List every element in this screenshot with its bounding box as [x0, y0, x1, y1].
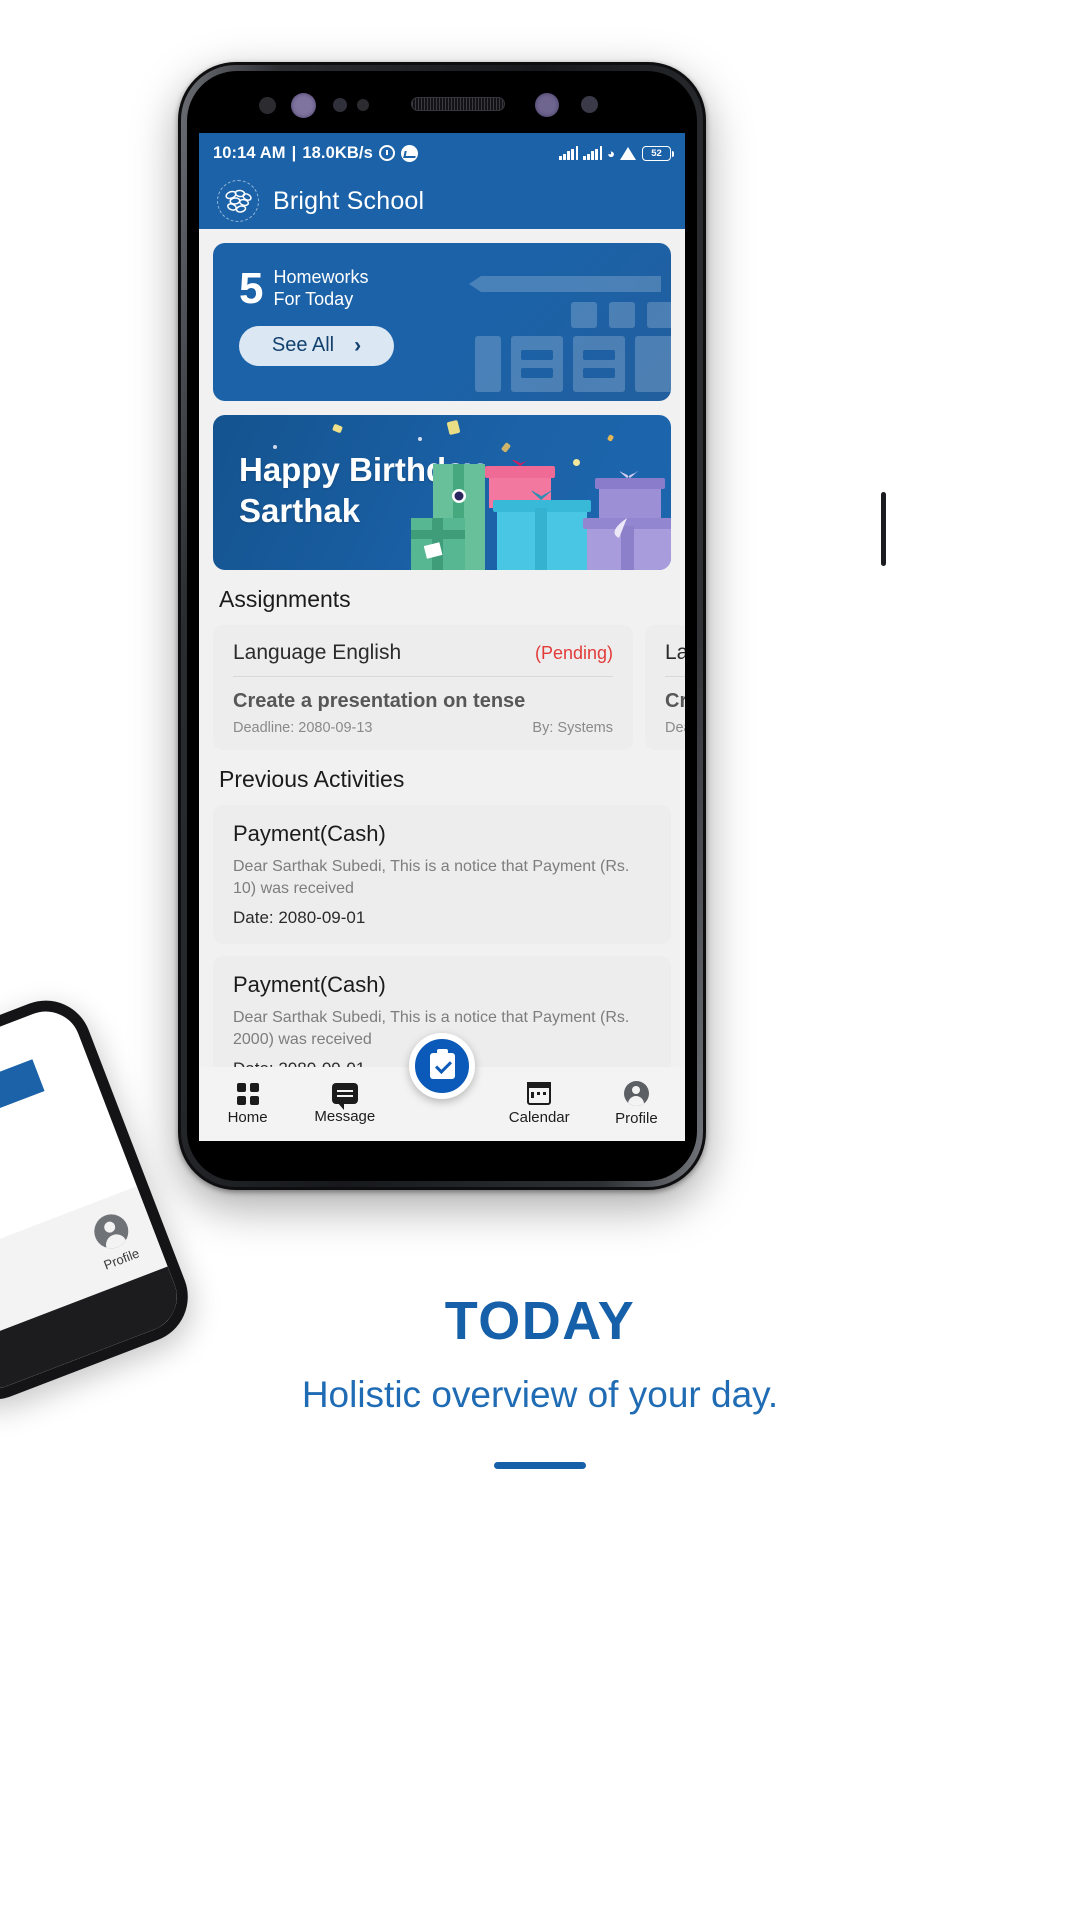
assignment-deadline: Deadline: 2080-09-13: [233, 720, 373, 736]
status-badge: (Pending): [534, 642, 613, 663]
activity-date: Date: 2080-09-01: [233, 908, 366, 928]
birthday-banner-card[interactable]: Happy Birthday Sarthak: [213, 415, 671, 570]
homework-label-line2: For Today: [273, 288, 354, 309]
page-title: Bright School: [273, 186, 425, 215]
homework-label: Homeworks For Today: [273, 267, 368, 311]
play-store-screenshot: Profile 10:14 AM | 18.0KB/s ◕ 52 Bright …: [0, 0, 1080, 1920]
nav-item-home[interactable]: Home: [199, 1082, 296, 1126]
assignments-carousel[interactable]: Language English (Pending) Create a pres…: [199, 625, 685, 750]
assignment-task: Create a presentation on tense: [233, 690, 526, 712]
phone-screen: 10:14 AM | 18.0KB/s ◕ 52 Bright School 5…: [199, 133, 685, 1141]
assignment-subject: Language English: [233, 641, 402, 664]
nav-label-home: Home: [227, 1108, 268, 1126]
sensor-icon: [333, 98, 347, 112]
previous-activities-section-title: Previous Activities: [219, 766, 405, 792]
home-content: 5 Homeworks For Today See All › Happy Bi…: [199, 229, 685, 1141]
iris-scanner-icon: [535, 93, 559, 117]
assignment-author: By: Systems: [532, 720, 613, 736]
gift-boxes-illustration: [371, 458, 671, 570]
status-time: 10:14 AM: [213, 143, 286, 162]
nav-label-message: Message: [314, 1108, 376, 1125]
front-camera-icon: [291, 93, 316, 118]
app-bar: Bright School: [199, 173, 685, 229]
sensor-icon: [581, 96, 598, 113]
homework-summary-card[interactable]: 5 Homeworks For Today See All ›: [213, 243, 671, 401]
assignment-deadline: Deadline: 2080-09-13: [665, 720, 685, 736]
nav-item-calendar[interactable]: Calendar: [491, 1081, 588, 1126]
activity-body: Dear Sarthak Subedi, This is a notice th…: [233, 858, 630, 898]
checklist-clipboard-icon: [429, 1049, 455, 1079]
homework-count: 5: [239, 264, 264, 314]
phone-mockup: 10:14 AM | 18.0KB/s ◕ 52 Bright School 5…: [178, 62, 886, 1190]
caption-underline: [494, 1462, 586, 1469]
caption-subtitle: Holistic overview of your day.: [301, 1374, 779, 1415]
alarm-icon: [378, 145, 395, 161]
assignment-task: Create a presentation on tense: [665, 690, 685, 712]
assignment-subject: Language English: [665, 641, 685, 664]
ghost-nav-item-profile: Profile: [88, 1209, 141, 1273]
homework-decorative-art: [451, 266, 671, 401]
see-all-label: See All: [271, 334, 335, 357]
assignment-meta: Deadline: 2080-09-13 By: Systems: [665, 720, 685, 736]
battery-level: 52: [651, 147, 662, 159]
battery-icon: 52: [642, 145, 674, 161]
activity-title: Payment(Cash): [233, 972, 386, 998]
caption-title: TODAY: [444, 1291, 636, 1351]
assignment-meta: Deadline: 2080-09-13 By: Systems: [233, 720, 613, 736]
confetti-icon: [446, 419, 461, 436]
sync-icon: ◕: [607, 145, 615, 161]
power-button[interactable]: [881, 492, 886, 566]
signal-bars-icon: [559, 146, 579, 160]
chat-bubble-icon: [331, 1083, 358, 1110]
activity-card[interactable]: Payment(Cash) Dear Sarthak Subedi, This …: [213, 805, 671, 945]
nav-item-profile[interactable]: Profile: [588, 1081, 685, 1127]
nav-label-calendar: Calendar: [508, 1109, 570, 1126]
assignment-card[interactable]: Language English (Pending) Create a pres…: [645, 625, 685, 750]
phone-sensor-cluster: [187, 71, 697, 133]
profile-avatar-icon: [88, 1209, 133, 1254]
status-separator: |: [291, 143, 297, 162]
nav-label-profile: Profile: [615, 1110, 658, 1127]
sensor-icon: [259, 97, 276, 114]
activity-title: Payment(Cash): [233, 821, 386, 846]
assignment-header: Language English (Pending): [665, 641, 685, 676]
confetti-icon: [332, 423, 343, 434]
caption-block: TODAY Holistic overview of your day.: [0, 1290, 1080, 1469]
chevron-right-icon: ›: [354, 333, 362, 357]
phone-bezel: 10:14 AM | 18.0KB/s ◕ 52 Bright School 5…: [187, 71, 697, 1181]
nav-item-message[interactable]: Message: [296, 1083, 393, 1125]
calendar-icon: [526, 1081, 552, 1105]
homework-label-line1: Homeworks: [273, 267, 369, 287]
add-task-fab[interactable]: [409, 1033, 475, 1099]
assignment-card[interactable]: Language English (Pending) Create a pres…: [213, 625, 633, 750]
status-network-speed: 18.0KB/s: [302, 143, 373, 162]
sensor-icon: [357, 99, 369, 111]
earpiece-speaker: [411, 97, 505, 111]
status-bar-left: 10:14 AM | 18.0KB/s: [213, 144, 418, 163]
profile-avatar-icon: [623, 1081, 649, 1106]
confetti-icon: [418, 437, 422, 441]
status-bar: 10:14 AM | 18.0KB/s ◕ 52: [199, 133, 685, 173]
assignment-header: Language English (Pending): [233, 641, 613, 676]
see-all-button[interactable]: See All ›: [239, 325, 394, 366]
grid-home-icon: [236, 1082, 259, 1105]
status-bar-right: ◕ 52: [559, 145, 674, 161]
school-network-logo-icon: [217, 180, 259, 222]
ghost-app-bar: [0, 1059, 45, 1160]
confetti-icon: [606, 434, 615, 442]
assignments-section-title: Assignments: [219, 586, 351, 612]
confetti-icon: [500, 442, 512, 453]
signal-bars-icon: [583, 146, 603, 160]
wifi-icon: [620, 146, 637, 160]
messenger-icon: [400, 144, 418, 162]
